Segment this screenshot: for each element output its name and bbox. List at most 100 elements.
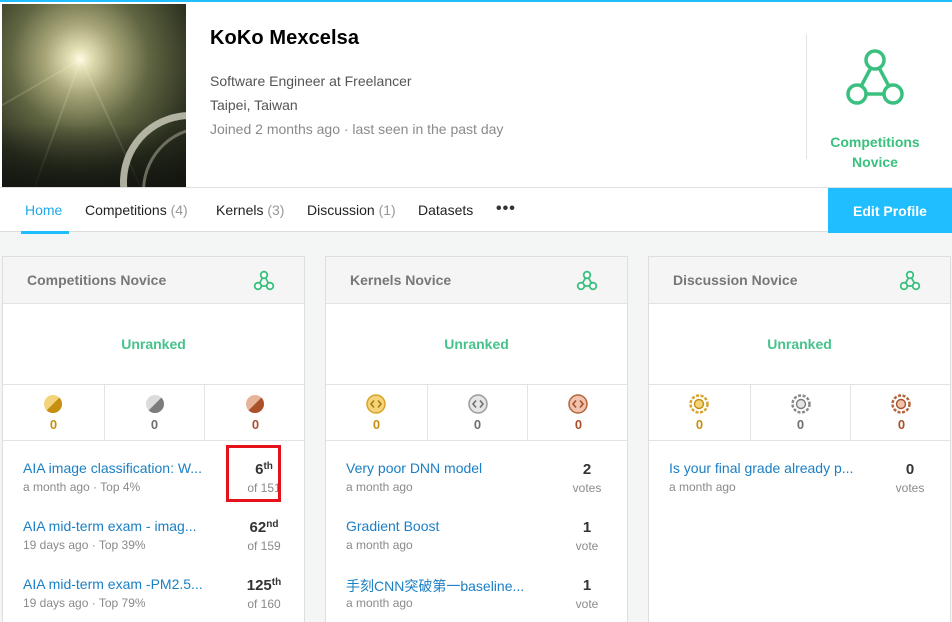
card-title: Discussion Novice [673, 272, 798, 288]
vote-label: vote [575, 597, 599, 611]
card-title: Kernels Novice [350, 272, 452, 288]
tab-count: (1) [378, 202, 396, 218]
rank-total: of 159 [247, 539, 281, 553]
gold-medal-cell: 0 [326, 385, 427, 440]
vote-label: votes [572, 481, 602, 495]
active-tab-indicator [21, 231, 69, 234]
kernel-votes: 1 vote [555, 518, 619, 554]
card-header: Kernels Novice [326, 257, 627, 304]
bronze-medal-cell: 0 [851, 385, 952, 440]
tab-discussion[interactable]: Discussion (1) [307, 202, 396, 218]
card-header: Discussion Novice [649, 257, 950, 304]
bronze-medal-icon [246, 395, 264, 413]
rank-highlight-box [226, 445, 281, 502]
list-item: AIA mid-term exam -PM2.5... 19 days ago … [3, 576, 304, 622]
gold-medal-cell: 0 [649, 385, 750, 440]
novice-tier-icon [899, 270, 921, 291]
competition-meta: a month ago · Top 4% [23, 480, 141, 494]
silver-medal-cell: 0 [427, 385, 528, 440]
user-name: KoKo Mexcelsa [210, 27, 360, 49]
card-title: Competitions Novice [27, 272, 167, 288]
kernel-meta: a month ago [346, 538, 413, 552]
list-item: 手刻CNN突破第一baseline... a month ago 1 vote [326, 576, 627, 622]
kernel-link[interactable]: Very poor DNN model [346, 460, 546, 476]
rank-status: Unranked [3, 305, 304, 385]
silver-medal-cell: 0 [104, 385, 205, 440]
competition-meta: 19 days ago · Top 79% [23, 596, 146, 610]
discussion-meta: a month ago [669, 480, 736, 494]
bronze-medal-cell: 0 [528, 385, 629, 440]
novice-tier-icon [846, 49, 904, 105]
bronze-medal-count: 0 [574, 417, 583, 432]
edit-profile-button[interactable]: Edit Profile [828, 188, 952, 233]
tier-label[interactable]: Competitions Novice [808, 132, 942, 172]
tier-label-level: Novice [852, 154, 898, 170]
tab-home[interactable]: Home [25, 202, 62, 218]
tab-label: Discussion [307, 202, 375, 218]
vote-count: 0 [905, 461, 915, 478]
profile-tabs: Home Competitions (4) Kernels (3) Discus… [0, 187, 952, 234]
vote-count: 1 [582, 577, 592, 594]
rank-total: of 160 [247, 597, 281, 611]
gold-medal-count: 0 [695, 417, 704, 432]
rank-status: Unranked [649, 305, 950, 385]
vote-count: 2 [582, 461, 592, 478]
medal-row: 0 0 0 [326, 385, 627, 441]
silver-medal-count: 0 [796, 417, 805, 432]
user-location: Taipei, Taiwan [210, 97, 298, 113]
competition-link[interactable]: AIA mid-term exam -PM2.5... [23, 576, 223, 592]
competition-rank: 125th of 160 [232, 576, 296, 612]
tier-divider [806, 34, 807, 159]
rank-suffix: th [271, 577, 282, 588]
kernel-votes: 1 vote [555, 576, 619, 612]
tab-kernels[interactable]: Kernels (3) [216, 202, 284, 218]
list-item: AIA mid-term exam - imag... 19 days ago … [3, 518, 304, 568]
kernel-meta: a month ago [346, 480, 413, 494]
vote-label: vote [575, 539, 599, 553]
gold-medal-cell: 0 [3, 385, 104, 440]
tab-count: (4) [170, 202, 188, 218]
silver-gear-medal-icon [791, 394, 811, 414]
medal-row: 0 0 0 [649, 385, 950, 441]
bronze-medal-count: 0 [897, 417, 906, 432]
rank-number: 62 [249, 519, 267, 536]
silver-medal-icon [146, 395, 164, 413]
kernel-link[interactable]: Gradient Boost [346, 518, 546, 534]
silver-medal-count: 0 [150, 417, 159, 432]
gold-medal-count: 0 [372, 417, 381, 432]
tab-competitions[interactable]: Competitions (4) [85, 202, 188, 218]
more-menu-icon[interactable]: ••• [496, 200, 516, 218]
discussion-link[interactable]: Is your final grade already p... [669, 460, 869, 476]
list-item: Gradient Boost a month ago 1 vote [326, 518, 627, 568]
list-item: AIA image classification: W... a month a… [3, 445, 304, 510]
bronze-medal-count: 0 [251, 417, 260, 432]
silver-medal-cell: 0 [750, 385, 851, 440]
medal-row: 0 0 0 [3, 385, 304, 441]
vote-label: votes [895, 481, 925, 495]
tab-datasets[interactable]: Datasets [418, 202, 473, 218]
competition-rank: 62nd of 159 [232, 518, 296, 554]
user-occupation: Software Engineer at Freelancer [210, 73, 412, 89]
vote-count: 1 [582, 519, 592, 536]
profile-photo[interactable] [2, 4, 186, 187]
kernel-link[interactable]: 手刻CNN突破第一baseline... [346, 576, 546, 596]
tab-label: Datasets [418, 202, 474, 218]
bronze-code-medal-icon [568, 394, 588, 414]
discussion-card: Discussion Novice Unranked 0 0 0 Is your… [648, 256, 951, 622]
rank-suffix: nd [266, 519, 279, 530]
gold-medal-count: 0 [49, 417, 58, 432]
competition-link[interactable]: AIA mid-term exam - imag... [23, 518, 223, 534]
bronze-gear-medal-icon [891, 394, 911, 414]
gold-code-medal-icon [366, 394, 386, 414]
novice-tier-icon [253, 270, 275, 291]
kernel-meta: a month ago [346, 596, 413, 610]
competition-link[interactable]: AIA image classification: W... [23, 460, 223, 476]
rank-number: 125 [246, 577, 272, 594]
tab-label: Competitions [85, 202, 167, 218]
competition-meta: 19 days ago · Top 39% [23, 538, 146, 552]
silver-medal-count: 0 [473, 417, 482, 432]
user-joined-info: Joined 2 months ago · last seen in the p… [210, 121, 504, 137]
discussion-votes: 0 votes [878, 460, 942, 496]
tab-count: (3) [267, 202, 285, 218]
silver-code-medal-icon [468, 394, 488, 414]
